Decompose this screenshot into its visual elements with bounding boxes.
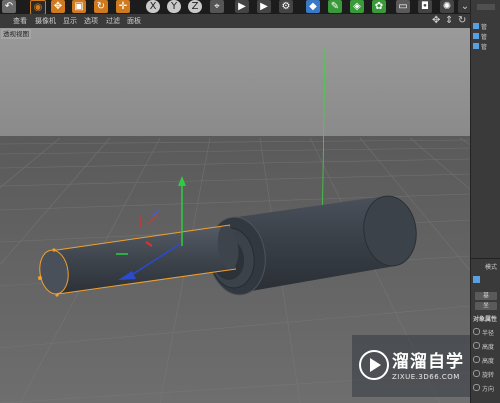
object-list-item[interactable]: 管 [473, 32, 487, 41]
live-selection-icon[interactable]: ◉ [30, 0, 46, 15]
y-axis-lock-icon[interactable]: Y [167, 0, 181, 13]
render-settings-icon[interactable]: ⚙ [279, 0, 293, 13]
zoom-icon[interactable]: ⇕ [445, 15, 453, 27]
x-axis-lock-icon[interactable]: X [146, 0, 160, 13]
right-side-panel: 管 管 管 模式 基 坐 对象属性 半径 高度 高度 旋转 方向 [470, 0, 500, 403]
cube-primitive-icon[interactable]: ◆ [306, 0, 320, 13]
scale-tool-icon[interactable]: ▣ [72, 0, 86, 13]
menu-options[interactable]: 选项 [84, 15, 98, 27]
rotate-tool-icon[interactable]: ↻ [94, 0, 108, 13]
menu-view[interactable]: 查看 [13, 15, 27, 27]
param-radius[interactable]: 半径 [473, 328, 494, 337]
menu-display[interactable]: 显示 [63, 15, 77, 27]
deformer-icon[interactable]: ✿ [372, 0, 386, 13]
menu-filter[interactable]: 过滤 [106, 15, 120, 27]
undo-icon[interactable]: ↶ [2, 0, 16, 13]
spline-pen-icon[interactable]: ✎ [328, 0, 342, 13]
z-axis-lock-icon[interactable]: Z [188, 0, 202, 13]
coordinate-system-icon[interactable]: ⌖ [210, 0, 224, 13]
watermark-title: 溜溜自学 [392, 352, 464, 372]
floor-icon[interactable]: ▭ [396, 0, 410, 13]
move-tool-icon[interactable]: ✥ [51, 0, 65, 13]
orbit-icon[interactable]: ↻ [458, 15, 466, 27]
param-height[interactable]: 高度 [473, 342, 494, 351]
object-list-item[interactable]: 管 [473, 42, 487, 51]
basic-tab-button[interactable]: 基 [475, 292, 497, 300]
panel-divider [471, 258, 500, 259]
viewport-menubar: 查看 摄像机 显示 选项 过滤 面板 ✥ ⇕ ↻ [0, 14, 470, 29]
watermark-logo-icon [359, 350, 389, 380]
watermark: 溜溜自学 ZIXUE.3D66.COM [352, 335, 470, 397]
object-properties-title: 对象属性 [473, 316, 498, 323]
render-picture-viewer-icon[interactable]: ▶ [257, 0, 271, 13]
watermark-url: ZIXUE.3D66.COM [392, 373, 460, 381]
menu-panel[interactable]: 面板 [127, 15, 141, 27]
tube-object-icon [473, 33, 479, 39]
main-toolbar: ↶ ◉ ✥ ▣ ↻ ✛ X Y Z ⌖ ▶ ▶ ⚙ ◆ ✎ ◈ ✿ ▭ ◘ ✺ … [0, 0, 472, 15]
attributes-mode-label[interactable]: 模式 [485, 262, 497, 271]
subdivision-icon[interactable]: ◈ [350, 0, 364, 13]
tube-object-icon [473, 23, 479, 29]
param-rotation-segments[interactable]: 旋转 [473, 370, 494, 379]
tube-object-icon [473, 43, 479, 49]
pan-icon[interactable]: ✥ [432, 15, 440, 27]
coord-tab-button[interactable]: 坐 [475, 302, 497, 310]
menu-cameras[interactable]: 摄像机 [35, 15, 56, 27]
light-icon[interactable]: ✺ [440, 0, 454, 13]
param-orientation[interactable]: 方向 [473, 384, 494, 393]
perspective-viewport[interactable]: 透视视图 溜溜自学 ZIXUE.3D66.COM [0, 28, 470, 403]
recent-tool-icon[interactable]: ✛ [116, 0, 130, 13]
panel-header [477, 4, 495, 10]
viewport-title: 透视视图 [1, 29, 31, 39]
camera-icon[interactable]: ◘ [418, 0, 432, 13]
param-height-segments[interactable]: 高度 [473, 356, 494, 365]
object-list-item[interactable]: 管 [473, 22, 487, 31]
object-type-icon [473, 276, 480, 285]
sky-background [0, 28, 470, 138]
render-view-icon[interactable]: ▶ [235, 0, 249, 13]
